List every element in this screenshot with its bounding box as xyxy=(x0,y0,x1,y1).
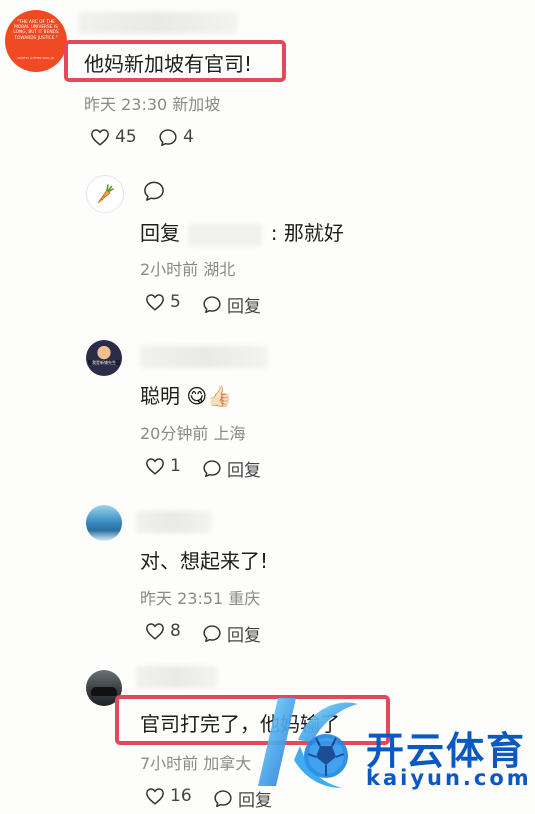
like-button[interactable]: 5 xyxy=(145,292,181,312)
reply-button[interactable]: 回复 xyxy=(202,621,261,646)
like-button[interactable]: 1 xyxy=(145,456,181,476)
username-blurred[interactable] xyxy=(136,666,218,688)
reply-meta: 昨天 23:51 重庆 xyxy=(140,589,261,608)
watermark-logo xyxy=(250,690,362,794)
reply-button[interactable]: 4 xyxy=(158,127,194,147)
reply-prefix: 回复 xyxy=(140,221,180,245)
comment-text: 他妈新加坡有官司! xyxy=(84,52,253,76)
username-blurred[interactable] xyxy=(136,511,212,533)
avatar-carrot[interactable] xyxy=(86,175,124,213)
emoji-yum-thumbsup: 😋👍🏻 xyxy=(186,384,233,408)
reply-text: 回复 : 那就好 xyxy=(140,217,344,246)
reply-suffix: : 那就好 xyxy=(270,221,344,245)
like-count: 45 xyxy=(115,127,137,147)
reply-label: 回复 xyxy=(227,461,261,481)
like-count: 5 xyxy=(170,292,181,312)
watermark-brand-url: kaiyun.com xyxy=(366,766,532,790)
heart-icon xyxy=(145,787,165,805)
like-count: 1 xyxy=(170,456,181,476)
reply-meta: 20分钟前 上海 xyxy=(140,424,246,443)
reply-button[interactable]: 回复 xyxy=(202,292,261,317)
like-button[interactable]: 8 xyxy=(145,621,181,641)
reply-label: 回复 xyxy=(227,297,261,317)
avatar-quote[interactable]: "THE ARC OF THE MORAL UNIVERSE IS LONG, … xyxy=(5,10,67,72)
like-button[interactable]: 45 xyxy=(90,127,137,147)
reply-label: 回复 xyxy=(227,626,261,646)
comment-icon xyxy=(158,128,178,147)
avatar-quote-author: MARTIN LUTHER KING JR. xyxy=(17,56,55,60)
heart-icon xyxy=(145,293,165,311)
reply-meta: 2小时前 湖北 xyxy=(140,260,236,279)
carrot-icon xyxy=(94,182,116,210)
mention-blurred[interactable] xyxy=(188,223,263,246)
heart-icon xyxy=(90,128,110,146)
heart-icon xyxy=(145,622,165,640)
reply-meta: 7小时前 加拿大 xyxy=(140,754,252,773)
avatar-sea[interactable] xyxy=(86,505,122,541)
comment-icon xyxy=(202,624,222,643)
reply-text: 聪明 😋👍🏻 xyxy=(140,380,232,409)
avatar-person[interactable]: 我是新铺先生 xyxy=(86,340,122,376)
reply-text: 对、想起来了! xyxy=(140,549,269,573)
username-blurred[interactable] xyxy=(78,12,238,34)
comment-icon xyxy=(202,295,222,314)
comment-icon xyxy=(202,459,222,478)
comment-icon[interactable] xyxy=(142,180,166,206)
avatar-quote-text: "THE ARC OF THE MORAL UNIVERSE IS LONG, … xyxy=(13,20,59,41)
like-count: 8 xyxy=(170,621,181,641)
heart-icon xyxy=(145,457,165,475)
reply-button[interactable]: 回复 xyxy=(202,456,261,481)
comment-icon xyxy=(213,789,233,808)
reply-body: 聪明 xyxy=(140,384,180,408)
like-button[interactable]: 16 xyxy=(145,786,192,806)
username-blurred[interactable] xyxy=(140,346,268,368)
like-count: 16 xyxy=(170,786,192,806)
comment-meta: 昨天 23:30 新加坡 xyxy=(84,95,221,114)
reply-count: 4 xyxy=(183,127,194,147)
avatar-caption: 我是新铺先生 xyxy=(88,360,120,365)
